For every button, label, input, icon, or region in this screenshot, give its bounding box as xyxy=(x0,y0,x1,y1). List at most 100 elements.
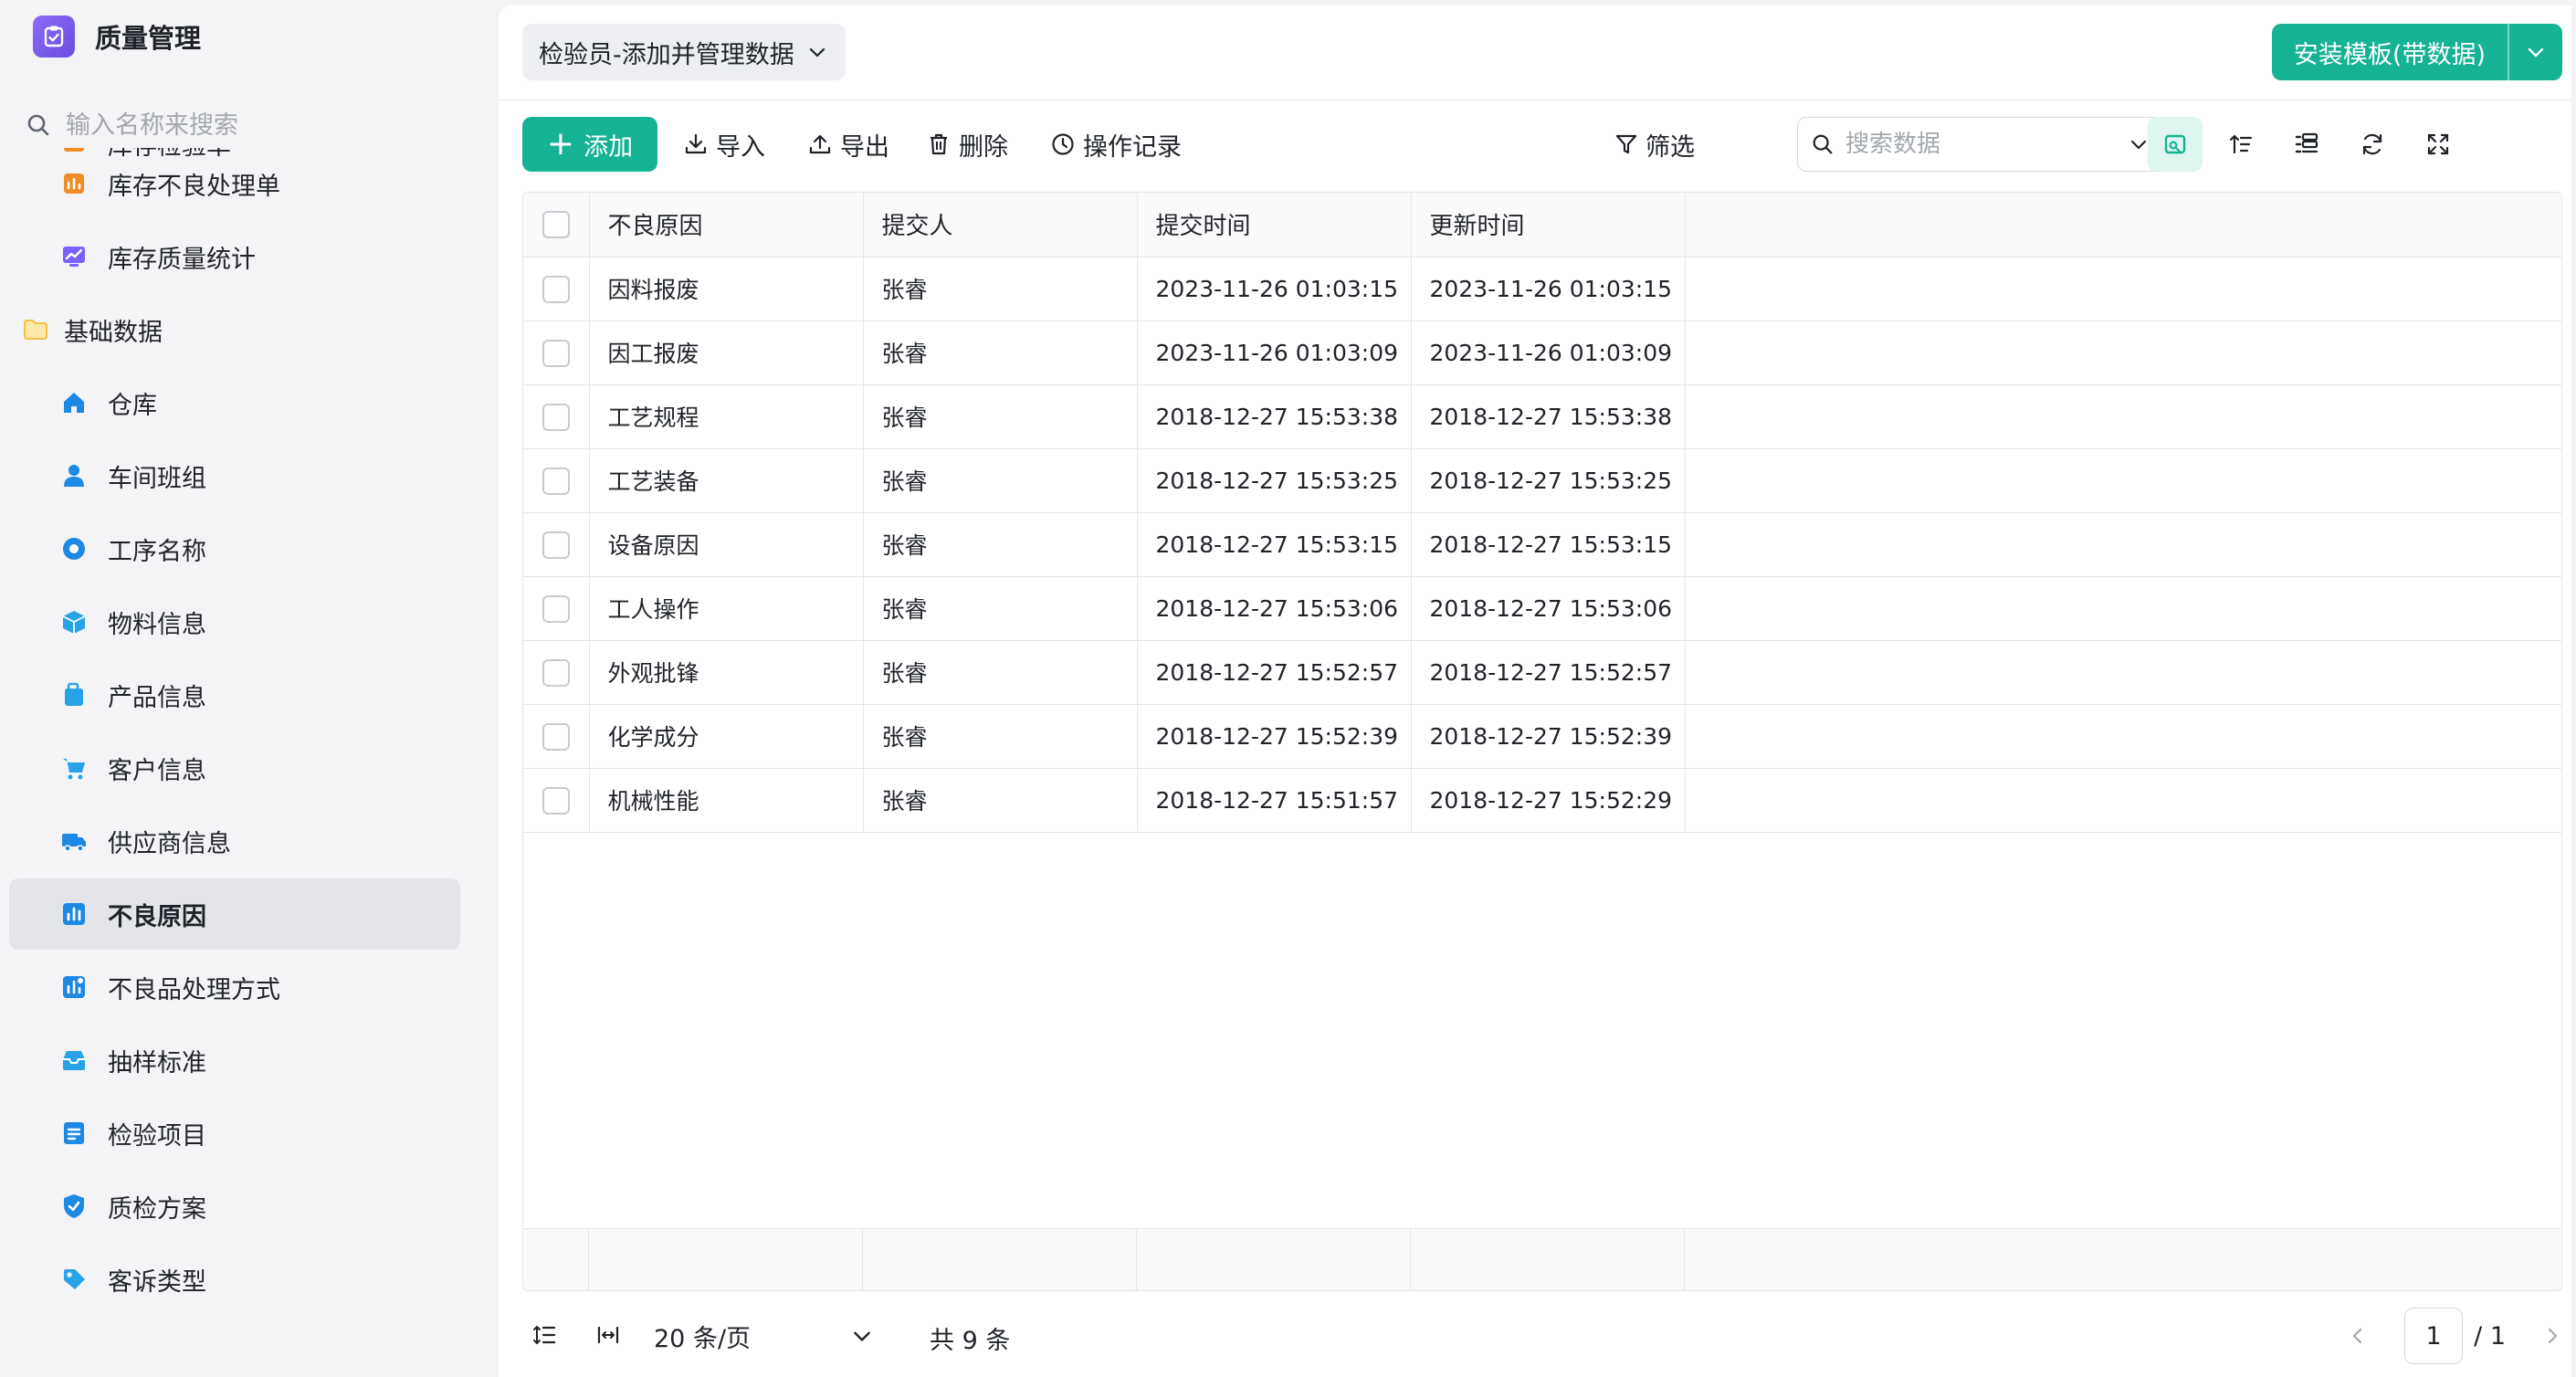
add-button[interactable]: + 添加 xyxy=(522,117,657,172)
row-checkbox[interactable] xyxy=(541,403,570,431)
table-cell[interactable]: 工艺装备 xyxy=(589,448,864,513)
table-cell[interactable]: 2018-12-27 15:53:38 xyxy=(1137,384,1412,449)
row-checkbox[interactable] xyxy=(541,722,570,751)
row-checkbox[interactable] xyxy=(541,531,570,559)
sidebar-search-input[interactable] xyxy=(66,110,449,140)
table-cell[interactable]: 化学成分 xyxy=(589,704,864,769)
table-cell[interactable]: 2018-12-27 15:53:15 xyxy=(1411,512,1686,577)
sort-button[interactable] xyxy=(2213,117,2268,172)
sidebar-item[interactable]: 产品信息 xyxy=(9,659,460,731)
current-page-input[interactable]: 1 xyxy=(2404,1308,2464,1364)
sidebar-item[interactable]: 基础数据 xyxy=(9,294,460,365)
sidebar-item[interactable]: 车间班组 xyxy=(9,440,460,511)
table-cell[interactable]: 2018-12-27 15:53:25 xyxy=(1137,448,1412,513)
table-cell[interactable]: 2023-11-26 01:03:09 xyxy=(1411,321,1686,385)
table-row[interactable]: 工艺规程 张睿 2018-12-27 15:53:38 2018-12-27 15:5… xyxy=(523,384,2561,449)
table-cell[interactable]: 2023-11-26 01:03:15 xyxy=(1411,257,1686,321)
table-cell[interactable]: 因料报废 xyxy=(589,257,864,321)
sidebar-item[interactable]: 抽样标准 xyxy=(9,1025,460,1096)
next-page-icon[interactable] xyxy=(2542,1326,2562,1346)
table-cell[interactable]: 2018-12-27 15:53:06 xyxy=(1411,576,1686,641)
table-row[interactable]: 外观批锋 张睿 2018-12-27 15:52:57 2018-12-27 15:5… xyxy=(523,640,2561,705)
page-selector[interactable]: 检验员-添加并管理数据 xyxy=(522,24,846,80)
table-cell[interactable]: 张睿 xyxy=(863,512,1138,577)
table-cell[interactable]: 工人操作 xyxy=(589,576,864,641)
table-cell[interactable]: 2018-12-27 15:52:57 xyxy=(1411,640,1686,705)
row-checkbox[interactable] xyxy=(541,275,570,303)
refresh-button[interactable] xyxy=(2345,117,2400,172)
page-size-select[interactable]: 20 条/页 xyxy=(654,1308,873,1364)
table-cell[interactable]: 机械性能 xyxy=(589,768,864,833)
table-row[interactable]: 工艺装备 张睿 2018-12-27 15:53:25 2018-12-27 15:5… xyxy=(523,448,2561,513)
sidebar-item[interactable]: 不良品处理方式 xyxy=(9,951,460,1023)
table-cell[interactable]: 张睿 xyxy=(863,384,1138,449)
sidebar-search[interactable] xyxy=(26,102,464,148)
table-cell[interactable]: 2018-12-27 15:52:39 xyxy=(1411,704,1686,769)
row-select-cell[interactable] xyxy=(523,257,590,321)
export-button[interactable]: 导出 xyxy=(807,117,889,172)
table-row[interactable]: 因工报废 张睿 2023-11-26 01:03:09 2023-11-26 01:0… xyxy=(523,321,2561,385)
row-checkbox[interactable] xyxy=(541,467,570,495)
table-cell[interactable]: 2018-12-27 15:53:25 xyxy=(1411,448,1686,513)
row-checkbox[interactable] xyxy=(541,594,570,623)
select-all-cell[interactable] xyxy=(523,193,590,258)
install-options-toggle[interactable] xyxy=(2508,24,2562,80)
table-row[interactable]: 机械性能 张睿 2018-12-27 15:51:57 2018-12-27 15:5… xyxy=(523,768,2561,833)
view-toggle-button[interactable] xyxy=(2148,117,2203,172)
table-cell[interactable]: 2018-12-27 15:52:29 xyxy=(1411,768,1686,833)
table-row[interactable]: 设备原因 张睿 2018-12-27 15:53:15 2018-12-27 15:5… xyxy=(523,512,2561,577)
data-search[interactable] xyxy=(1797,117,2162,172)
row-checkbox[interactable] xyxy=(541,786,570,815)
table-cell[interactable]: 2018-12-27 15:53:38 xyxy=(1411,384,1686,449)
table-cell[interactable]: 张睿 xyxy=(863,640,1138,705)
column-header[interactable]: 不良原因 xyxy=(589,193,864,258)
row-select-cell[interactable] xyxy=(523,704,590,769)
table-row[interactable]: 化学成分 张睿 2018-12-27 15:52:39 2018-12-27 15:5… xyxy=(523,704,2561,769)
sidebar-item[interactable]: 物料信息 xyxy=(9,586,460,657)
table-cell[interactable]: 张睿 xyxy=(863,704,1138,769)
row-height-button[interactable] xyxy=(531,1322,557,1354)
install-template-button[interactable]: 安装模板(带数据) xyxy=(2271,24,2562,80)
sidebar-item[interactable]: 客户信息 xyxy=(9,732,460,804)
table-cell[interactable]: 张睿 xyxy=(863,448,1138,513)
import-button[interactable]: 导入 xyxy=(683,117,765,172)
sidebar-item[interactable]: 质检方案 xyxy=(9,1171,460,1242)
table-cell[interactable]: 2018-12-27 15:52:57 xyxy=(1137,640,1412,705)
sidebar-item[interactable]: 库存不良处理单 xyxy=(9,148,460,219)
delete-button[interactable]: 删除 xyxy=(926,117,1008,172)
fullscreen-button[interactable] xyxy=(2411,117,2466,172)
row-select-cell[interactable] xyxy=(523,512,590,577)
row-select-cell[interactable] xyxy=(523,640,590,705)
table-cell[interactable]: 外观批锋 xyxy=(589,640,864,705)
table-cell[interactable]: 2018-12-27 15:53:15 xyxy=(1137,512,1412,577)
table-row[interactable]: 工人操作 张睿 2018-12-27 15:53:06 2018-12-27 15:5… xyxy=(523,576,2561,641)
table-cell[interactable]: 张睿 xyxy=(863,768,1138,833)
table-cell[interactable]: 2023-11-26 01:03:09 xyxy=(1137,321,1412,385)
column-header[interactable]: 更新时间 xyxy=(1411,193,1686,258)
row-select-cell[interactable] xyxy=(523,384,590,449)
table-cell[interactable]: 张睿 xyxy=(863,576,1138,641)
row-checkbox[interactable] xyxy=(541,658,570,687)
row-select-cell[interactable] xyxy=(523,768,590,833)
history-button[interactable]: 操作记录 xyxy=(1050,117,1182,172)
row-select-cell[interactable] xyxy=(523,321,590,385)
sidebar-item[interactable]: 工序名称 xyxy=(9,513,460,584)
table-cell[interactable]: 因工报废 xyxy=(589,321,864,385)
column-width-button[interactable] xyxy=(595,1322,621,1354)
sidebar-item[interactable]: 仓库 xyxy=(9,367,460,438)
prev-page-icon[interactable] xyxy=(2348,1326,2368,1346)
select-all-checkbox[interactable] xyxy=(541,211,570,238)
table-cell[interactable]: 2018-12-27 15:53:06 xyxy=(1137,576,1412,641)
group-button[interactable] xyxy=(2279,117,2334,172)
table-cell[interactable]: 工艺规程 xyxy=(589,384,864,449)
table-cell[interactable]: 张睿 xyxy=(863,257,1138,321)
table-cell[interactable]: 2018-12-27 15:51:57 xyxy=(1137,768,1412,833)
row-select-cell[interactable] xyxy=(523,576,590,641)
data-search-input[interactable] xyxy=(1845,131,2110,158)
sidebar-item[interactable]: 供应商信息 xyxy=(9,805,460,877)
table-row[interactable]: 因料报废 张睿 2023-11-26 01:03:15 2023-11-26 01:0… xyxy=(523,257,2561,321)
table-cell[interactable]: 2018-12-27 15:52:39 xyxy=(1137,704,1412,769)
sidebar-item[interactable]: 库存质量统计 xyxy=(9,221,460,292)
column-header[interactable]: 提交人 xyxy=(863,193,1138,258)
sidebar-item[interactable]: 客诉类型 xyxy=(9,1244,460,1315)
